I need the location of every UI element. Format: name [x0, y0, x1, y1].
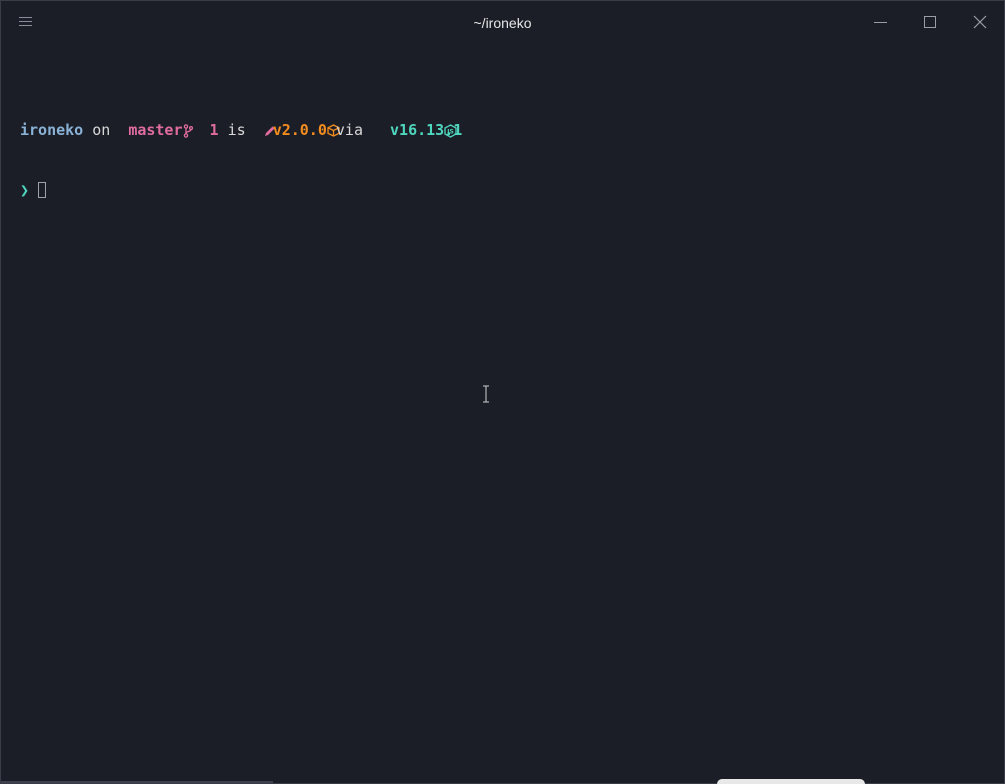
pencil-icon — [192, 100, 275, 160]
text-cursor — [38, 182, 47, 198]
mouse-ibeam-cursor-icon — [483, 385, 489, 403]
prompt-arrow: ❯ — [20, 181, 30, 199]
prompt-input-line[interactable]: ❯ — [20, 180, 462, 200]
prompt-is-text: is — [227, 121, 246, 139]
prompt-user: ironeko — [20, 121, 84, 139]
minimize-icon — [874, 22, 887, 23]
prompt-on-text: on — [92, 121, 111, 139]
window-title: ~/ironeko — [473, 15, 532, 31]
maximize-button[interactable] — [915, 9, 945, 37]
window-bottom-edge — [1, 781, 273, 783]
close-icon — [973, 15, 987, 29]
git-branch-name: master — [128, 121, 183, 139]
prompt-via-text: via — [335, 121, 363, 139]
node-version: v16.13.1 — [390, 121, 463, 139]
terminal-output[interactable]: ironeko on master 1 is v2.0.0 via JS v16… — [20, 80, 462, 240]
prompt-status-line: ironeko on master 1 is v2.0.0 via JS v16… — [20, 120, 462, 140]
terminal-window: ~/ironeko ironeko on master 1 is v2.0.0 … — [0, 0, 1005, 784]
taskbar-peek — [717, 779, 865, 784]
minimize-button[interactable] — [865, 9, 895, 37]
git-modified-count: 1 — [209, 121, 219, 139]
git-branch-icon — [110, 100, 193, 160]
title-bar[interactable]: ~/ironeko — [1, 1, 1004, 45]
package-version: v2.0.0 — [272, 121, 327, 139]
maximize-icon — [924, 16, 936, 28]
close-button[interactable] — [965, 9, 995, 37]
package-icon — [255, 100, 340, 160]
nodejs-icon: JS — [372, 100, 457, 160]
